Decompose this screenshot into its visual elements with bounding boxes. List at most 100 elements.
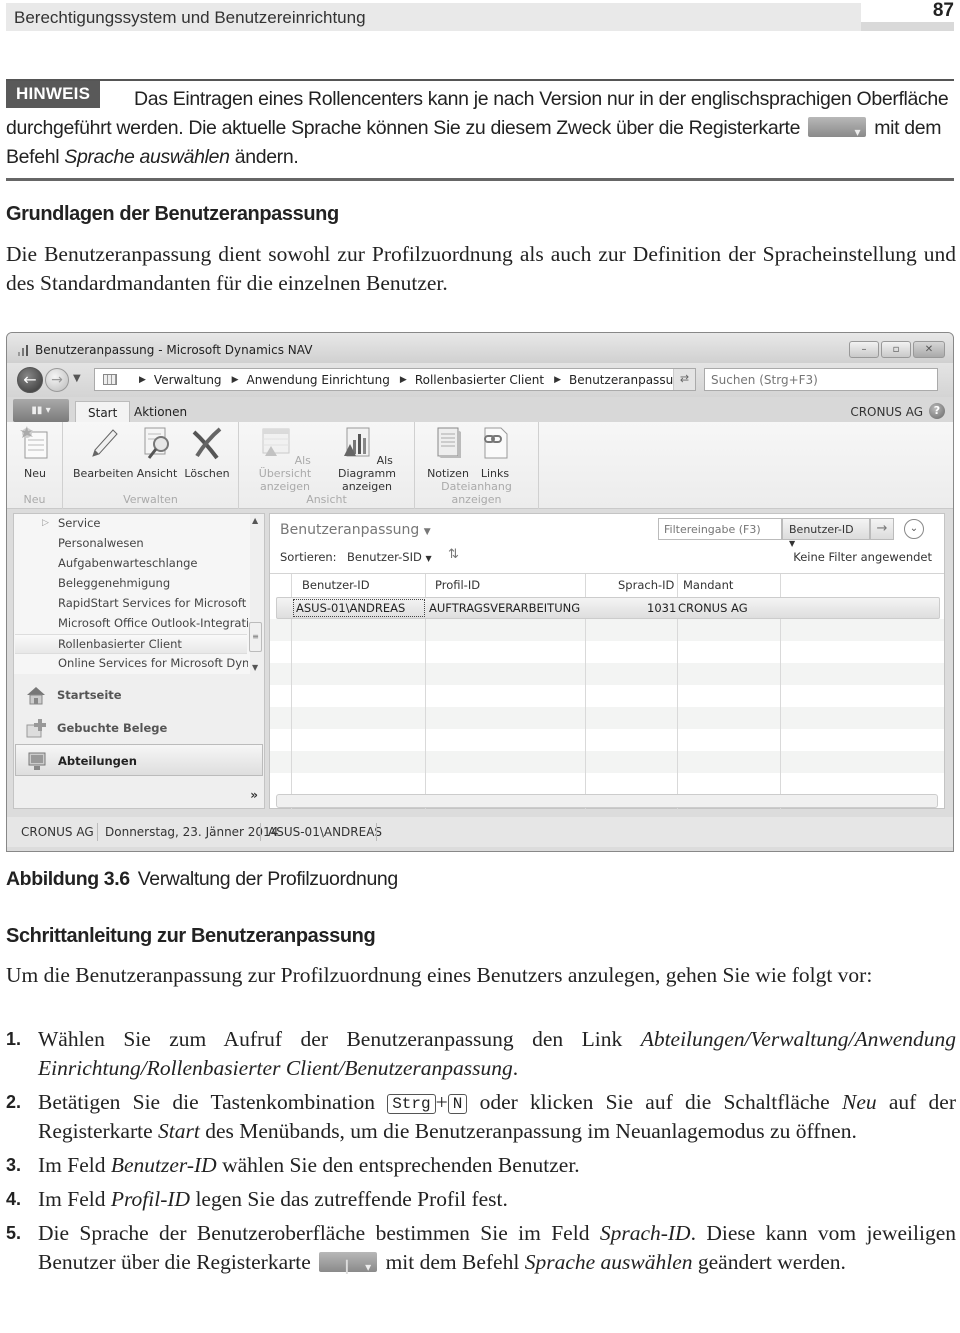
column-header-benutzer-id[interactable]: Benutzer-ID xyxy=(302,578,370,592)
step-text: geändert werden. xyxy=(692,1250,846,1274)
data-grid: Benutzer-ID Profil-ID Sprach-ID Mandant … xyxy=(270,573,944,810)
notes-button[interactable]: Notizen xyxy=(423,426,473,480)
help-icon[interactable]: ? xyxy=(929,403,945,419)
scroll-down-icon[interactable]: ▼ xyxy=(252,663,258,672)
breadcrumb-separator-icon: ▶ xyxy=(554,375,561,385)
refresh-icon[interactable]: ⇄ xyxy=(673,369,695,390)
expand-arrow-icon[interactable]: ▷ xyxy=(42,518,49,528)
filter-field-select[interactable]: Benutzer-ID ▼ xyxy=(782,518,870,548)
history-dropdown-icon[interactable]: ▼ xyxy=(73,373,81,384)
step-text: Betätigen Sie die Tastenkombination xyxy=(38,1090,388,1114)
pencil-icon xyxy=(92,429,118,457)
breadcrumb-item[interactable]: Benutzeranpassung xyxy=(569,373,688,387)
chart-view-icon xyxy=(344,427,370,457)
forward-button[interactable]: → xyxy=(45,368,69,392)
page-title[interactable]: Benutzeranpassung ▼ xyxy=(280,522,431,538)
step-number: 2. xyxy=(6,1092,22,1112)
new-button-label: Neu xyxy=(24,467,46,480)
figure-caption-label: Abbildung 3.6 xyxy=(6,868,130,890)
tab-aktionen[interactable]: Aktionen xyxy=(122,401,199,423)
tree-item[interactable]: Beleggenehmigung xyxy=(58,576,248,590)
status-separator xyxy=(97,823,98,841)
scroll-up-icon[interactable]: ▲ xyxy=(252,516,258,525)
cell-benutzer-id[interactable]: ASUS-01\ANDREAS xyxy=(296,601,405,615)
new-button[interactable]: Neu xyxy=(17,426,53,480)
breadcrumb-separator-icon: ▶ xyxy=(139,375,146,385)
tree-item[interactable]: Aufgabenwarteschlange xyxy=(58,556,248,570)
back-button[interactable]: ← xyxy=(17,367,43,393)
breadcrumb-separator-icon: ▶ xyxy=(231,375,239,385)
tree-item[interactable]: RapidStart Services for Microsoft Dynami… xyxy=(58,596,248,610)
step-number: 4. xyxy=(6,1189,22,1209)
filter-field-value: Benutzer-ID xyxy=(789,523,854,536)
column-header-sprach-id[interactable]: Sprach-ID xyxy=(618,578,674,592)
sort-field-select[interactable]: Benutzer-SID ▼ xyxy=(347,550,432,564)
breadcrumb-item[interactable]: Anwendung Einrichtung xyxy=(246,373,389,387)
step-item: 5. Die Sprache der Benutzeroberfläche be… xyxy=(6,1219,956,1282)
filter-input[interactable] xyxy=(659,519,781,539)
ribbon-group-label: Dateianhang anzeigen xyxy=(441,480,512,506)
step-number: 5. xyxy=(6,1223,22,1243)
chevron-down-icon: ▼ xyxy=(789,539,796,548)
edit-button[interactable]: Bearbeiten xyxy=(73,426,133,480)
links-button-label: Links xyxy=(480,467,510,480)
search-box xyxy=(704,368,938,391)
search-input[interactable] xyxy=(705,369,937,390)
apply-filter-arrow-icon[interactable]: → xyxy=(870,518,894,540)
tree-item-rollenbasierter-client[interactable]: Rollenbasierter Client xyxy=(15,634,247,654)
sort-direction-icon[interactable]: ⇅ xyxy=(448,547,459,562)
page-title-text: Benutzeranpassung xyxy=(280,522,420,538)
delete-button[interactable]: Löschen xyxy=(181,426,233,480)
step-text: . xyxy=(512,1056,519,1080)
tree-item-service[interactable]: Service xyxy=(58,516,248,530)
departments-icon xyxy=(28,752,46,770)
chart-view-button[interactable]: Als Diagramm anzeigen xyxy=(327,426,407,493)
application-menu-button[interactable]: ▮▮ ▾ xyxy=(13,399,69,422)
nav-window: Benutzeranpassung - Microsoft Dynamics N… xyxy=(6,332,954,852)
list-view-button[interactable]: Als Übersicht anzeigen xyxy=(245,426,325,493)
breadcrumb-separator-icon: ▶ xyxy=(399,375,407,385)
status-company: CRONUS AG xyxy=(21,825,94,839)
cell-mandant[interactable]: CRONUS AG xyxy=(678,601,748,615)
cell-sprach-id[interactable]: 1031 xyxy=(647,601,676,615)
expand-filter-icon[interactable]: ⌄ xyxy=(904,519,924,539)
tree-item[interactable]: Online Services for Microsoft Dynamics N… xyxy=(58,656,248,670)
tree-scrollbar[interactable]: ▲ ≡ ▼ xyxy=(249,514,263,674)
column-header-mandant[interactable]: Mandant xyxy=(683,578,733,592)
tree-item[interactable]: Microsoft Office Outlook-Integration xyxy=(58,616,248,630)
cell-profil-id[interactable]: AUFTRAGSVERARBEITUNG xyxy=(429,601,580,615)
links-button[interactable]: Links xyxy=(475,426,515,480)
step-text: legen Sie das zutreffende Profil fest. xyxy=(190,1187,508,1211)
sort-field-value: Benutzer-SID xyxy=(347,550,422,564)
links-icon xyxy=(484,427,508,459)
step-emphasis: Sprache auswählen xyxy=(524,1250,693,1274)
configure-buttons-icon[interactable]: » xyxy=(250,788,258,802)
step-text: mit dem Befehl xyxy=(380,1250,525,1274)
ribbon-group-label: Neu xyxy=(23,493,46,506)
step-text: Wählen Sie zum Aufruf der Benutzeranpass… xyxy=(38,1027,641,1051)
horizontal-scrollbar[interactable] xyxy=(276,794,938,808)
nav-button-abteilungen[interactable]: Abteilungen xyxy=(15,744,263,776)
grid-empty-row xyxy=(270,707,944,729)
address-bar[interactable]: ▶ Verwaltung ▶ Anwendung Einrichtung ▶ R… xyxy=(94,368,696,391)
view-button[interactable]: Ansicht xyxy=(135,426,179,480)
minimize-button[interactable]: – xyxy=(849,341,879,358)
list-view-label-2: anzeigen xyxy=(259,480,311,493)
column-header-profil-id[interactable]: Profil-ID xyxy=(435,578,480,592)
nav-button-gebuchte-belege[interactable]: Gebuchte Belege xyxy=(15,712,263,744)
ribbon-group-neu: Neu Neu xyxy=(7,422,63,509)
posted-documents-icon xyxy=(26,719,46,738)
delete-x-icon xyxy=(192,427,222,460)
breadcrumb-item[interactable]: Verwaltung xyxy=(154,373,222,387)
ribbon-group-ansicht: Als Übersicht anzeigen Als Diagramm anze… xyxy=(239,422,415,509)
tree-item[interactable]: Personalwesen xyxy=(58,536,248,550)
nav-button-startseite[interactable]: Startseite xyxy=(15,679,263,711)
table-row[interactable]: ASUS-01\ANDREAS AUFTRAGSVERARBEITUNG 103… xyxy=(276,597,940,619)
close-button[interactable]: ✕ xyxy=(913,341,945,358)
breadcrumb-item[interactable]: Rollenbasierter Client xyxy=(415,373,544,387)
maximize-button[interactable]: ▫ xyxy=(881,341,911,358)
scroll-thumb[interactable]: ≡ xyxy=(249,622,262,652)
window-title: Benutzeranpassung - Microsoft Dynamics N… xyxy=(35,343,313,357)
step-number: 3. xyxy=(6,1155,22,1175)
note-label: HINWEIS xyxy=(6,81,101,108)
